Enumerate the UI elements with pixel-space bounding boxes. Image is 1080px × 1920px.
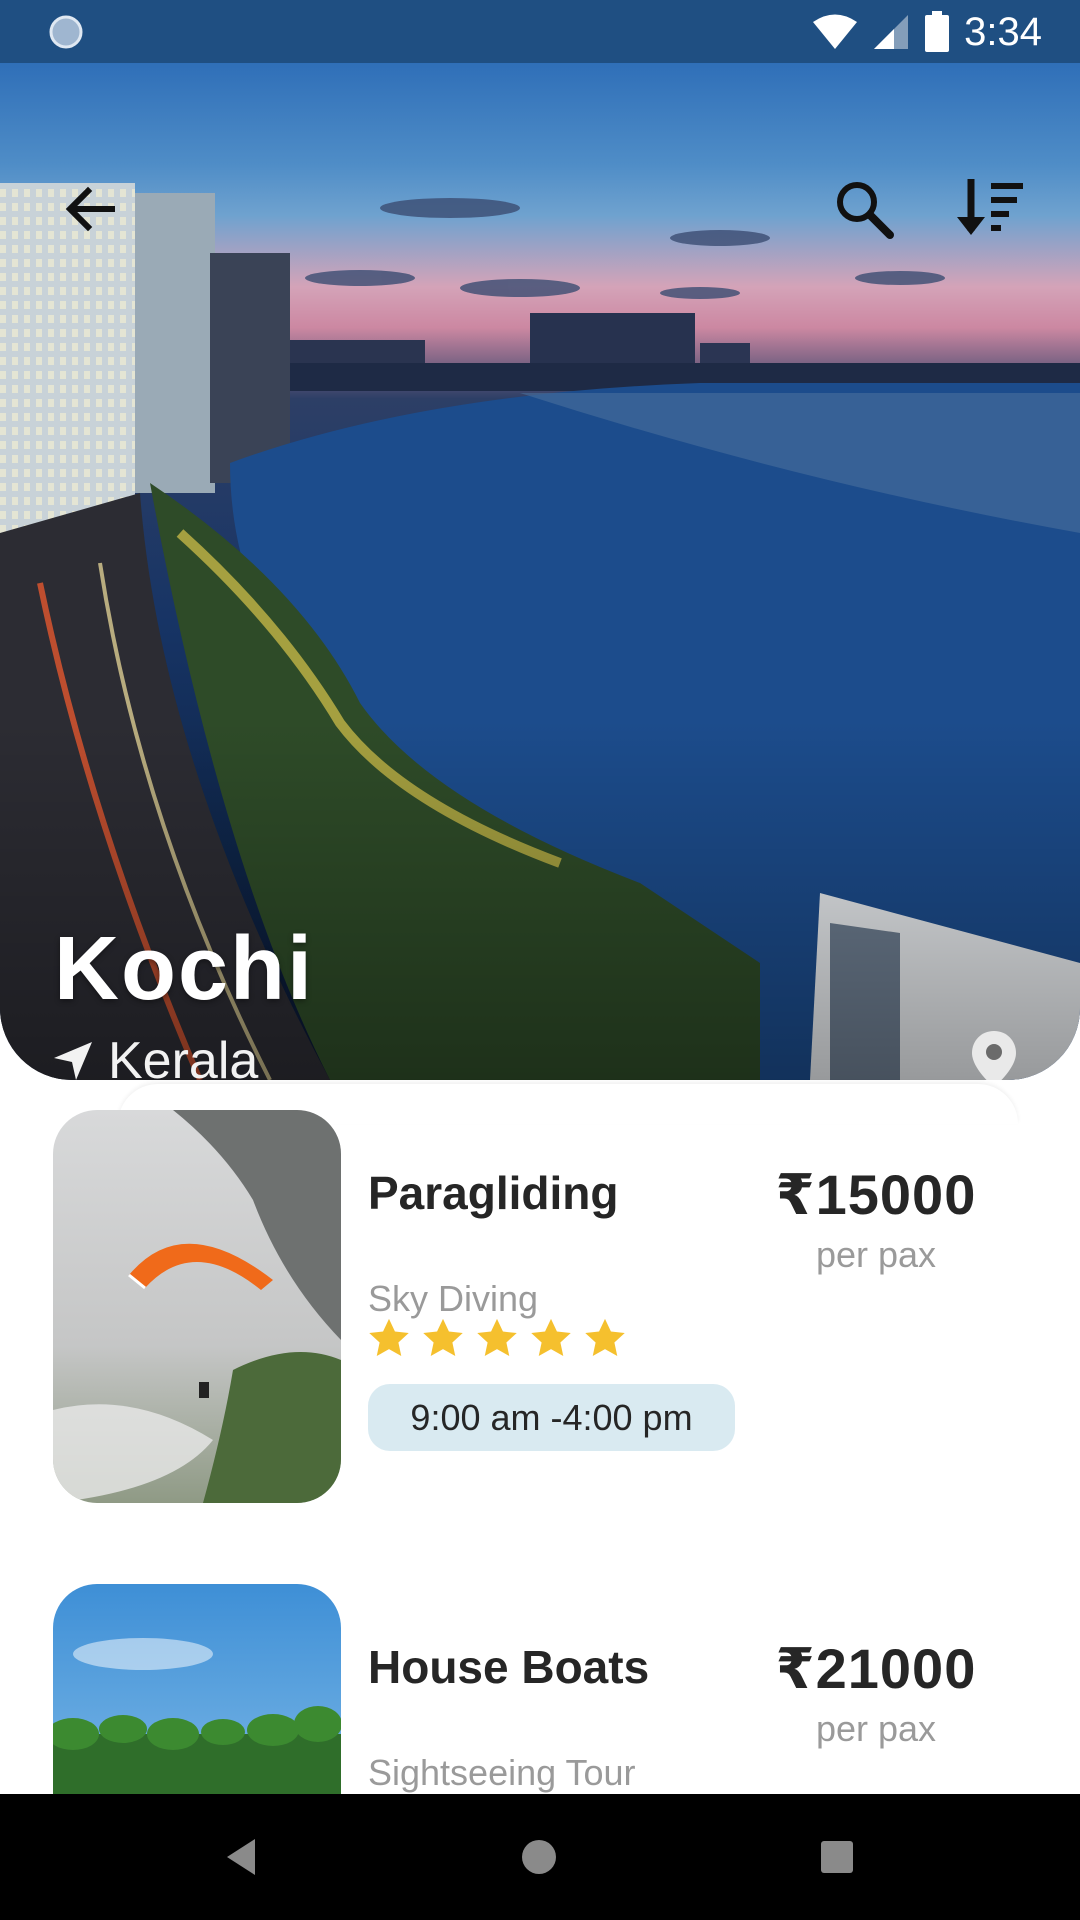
back-triangle-icon xyxy=(227,1839,255,1875)
signal-icon xyxy=(874,15,909,49)
price-unit: per pax xyxy=(815,1708,937,1749)
navigation-arrow-icon xyxy=(54,1042,92,1080)
battery-icon xyxy=(925,11,950,52)
status-time: 3:34 xyxy=(964,10,1042,54)
activity-category: Sightseeing Tour xyxy=(368,1752,636,1793)
state-location: Kerala xyxy=(52,1031,258,1080)
activity-price: ₹21000 xyxy=(775,1637,977,1700)
nav-home-button[interactable] xyxy=(506,1824,572,1890)
state-name: Kerala xyxy=(108,1032,259,1080)
sync-status-icon xyxy=(49,15,83,49)
star-icon xyxy=(477,1318,517,1357)
status-icons: 3:34 xyxy=(812,8,1042,56)
nav-back-button[interactable] xyxy=(208,1824,274,1890)
search-button[interactable] xyxy=(822,167,906,251)
nav-recents-button[interactable] xyxy=(804,1824,870,1890)
destination-hero: Kochi Kerala xyxy=(0,63,1080,1080)
star-icon xyxy=(423,1318,463,1357)
star-icon xyxy=(369,1318,409,1357)
back-button[interactable] xyxy=(48,167,132,251)
wifi-icon xyxy=(813,14,858,49)
recents-square-icon xyxy=(821,1841,853,1873)
activity-category: Sky Diving xyxy=(368,1278,539,1319)
activity-card[interactable]: House Boats Sightseeing Tour ₹21000 per … xyxy=(0,1584,1080,1794)
arrow-back-icon xyxy=(65,186,115,232)
sort-icon xyxy=(957,179,1023,235)
system-nav-bar xyxy=(0,1794,1080,1920)
rating-stars xyxy=(366,1316,628,1362)
search-icon xyxy=(837,182,894,239)
city-title: Kochi xyxy=(54,919,315,1019)
timing-badge: 9:00 am -4:00 pm xyxy=(368,1384,735,1451)
status-bar: 3:34 xyxy=(0,0,1080,63)
price-unit: per pax xyxy=(815,1234,937,1275)
sort-button[interactable] xyxy=(948,167,1032,251)
activity-image xyxy=(53,1584,341,1794)
home-circle-icon xyxy=(522,1840,556,1874)
activity-title: Paragliding xyxy=(368,1167,619,1219)
star-icon xyxy=(531,1318,571,1357)
map-pin-icon[interactable] xyxy=(972,1031,1016,1080)
star-icon xyxy=(585,1318,625,1357)
activity-card[interactable]: Paragliding Sky Diving 9:00 am -4:00 pm … xyxy=(0,1110,1080,1510)
activity-title: House Boats xyxy=(368,1641,650,1693)
activity-price: ₹15000 xyxy=(775,1163,977,1226)
activity-image xyxy=(53,1110,341,1503)
